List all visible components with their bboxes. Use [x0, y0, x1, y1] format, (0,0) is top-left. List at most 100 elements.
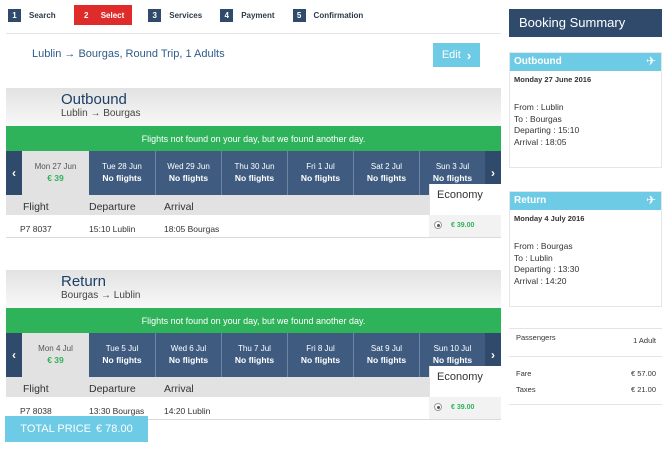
col-departure: Departure	[89, 201, 136, 213]
date-option[interactable]: Wed 6 Jul No flights	[156, 333, 222, 377]
divider	[509, 404, 662, 405]
date-selector: ‹ Mon 27 Jun € 39 Tue 28 Jun No flights …	[6, 151, 501, 195]
date-label: Tue 28 Jun	[102, 162, 142, 171]
date-price: No flights	[168, 355, 209, 365]
date-label: Tue 5 Jul	[105, 344, 139, 353]
outbound-section: Outbound Lublin → Bourgas Flights not fo…	[6, 88, 501, 240]
section-title: Return	[61, 273, 107, 290]
edit-button[interactable]: Edit ›	[433, 43, 480, 67]
arrival-time: 18:05 Bourgas	[164, 224, 220, 234]
date-option[interactable]: Tue 5 Jul No flights	[89, 333, 156, 377]
leg-header: Return ✈	[510, 192, 661, 210]
step-label: Search	[29, 10, 56, 20]
step-number: 2	[83, 10, 89, 20]
passengers-row: Passengers 1 Adult	[509, 330, 662, 346]
chevron-left-icon[interactable]: ‹	[6, 333, 22, 377]
date-option[interactable]: Mon 27 Jun € 39	[22, 151, 89, 195]
step-services[interactable]: 3 Services	[148, 6, 202, 24]
leg-header: Outbound ✈	[510, 53, 661, 71]
progress-steps: 1 Search 2 Select 3 Services 4 Payment 5…	[8, 5, 381, 25]
arrival-time: 14:20 Lublin	[164, 406, 211, 416]
date-option[interactable]: Tue 28 Jun No flights	[89, 151, 156, 195]
column-headers: Flight Departure Arrival	[6, 377, 501, 397]
step-confirmation[interactable]: 5 Confirmation	[292, 6, 364, 24]
outbound-summary: Outbound ✈ Monday 27 June 2016 From : Lu…	[509, 52, 662, 168]
step-search[interactable]: 1 Search	[8, 6, 56, 24]
step-number: 1	[8, 8, 21, 22]
leg-from: From : Lublin	[514, 102, 564, 112]
chevron-left-icon[interactable]: ‹	[6, 151, 22, 195]
total-value: € 78.00	[96, 423, 133, 435]
date-label: Wed 29 Jun	[167, 162, 210, 171]
date-price: No flights	[432, 173, 473, 183]
date-price: No flights	[432, 355, 473, 365]
leg-arrival: Arrival : 18:05	[514, 136, 567, 147]
leg-departing: Departing : 15:10	[514, 125, 580, 135]
leg-label: Return	[514, 195, 547, 206]
fare-label: Fare	[516, 369, 532, 378]
section-route: Lublin → Bourgas	[61, 108, 141, 119]
fare-price: € 39.00	[451, 222, 475, 229]
date-label: Fri 8 Jul	[306, 344, 335, 353]
step-label: Confirmation	[313, 10, 364, 20]
date-price: No flights	[366, 173, 407, 183]
total-price-button[interactable]: TOTAL PRICE € 78.00	[5, 416, 148, 442]
fare-price: € 39.00	[451, 404, 475, 411]
section-title: Outbound	[61, 91, 127, 108]
col-departure: Departure	[89, 383, 136, 395]
date-option[interactable]: Mon 4 Jul € 39	[22, 333, 89, 377]
fare-radio[interactable]	[434, 221, 442, 229]
divider	[6, 33, 501, 34]
step-label: Services	[169, 10, 203, 20]
date-price: No flights	[366, 355, 407, 365]
date-option[interactable]: Fri 1 Jul No flights	[288, 151, 354, 195]
passengers-label: Passengers	[516, 333, 556, 342]
step-label: Select	[100, 10, 125, 20]
date-label: Thu 30 Jun	[234, 162, 275, 171]
col-arrival: Arrival	[164, 383, 194, 395]
plane-landing-icon: ✈	[645, 193, 656, 207]
divider	[509, 328, 662, 329]
flight-number: P7 8037	[20, 224, 52, 234]
fare-radio[interactable]	[434, 403, 442, 411]
summary-title: Booking Summary	[509, 9, 662, 37]
section-header: Return Bourgas → Lublin	[6, 270, 501, 308]
step-payment[interactable]: 4 Payment	[220, 6, 275, 24]
col-flight: Flight	[23, 201, 49, 213]
col-flight: Flight	[23, 383, 49, 395]
leg-to: To : Lublin	[514, 252, 553, 263]
leg-date: Monday 4 July 2016	[514, 214, 585, 223]
taxes-row: Taxes € 21.00	[509, 382, 662, 398]
passengers-value: 1 Adult	[633, 336, 656, 345]
date-option[interactable]: Fri 8 Jul No flights	[288, 333, 354, 377]
leg-date: Monday 27 June 2016	[514, 75, 592, 84]
date-label: Mon 27 Jun	[34, 162, 77, 171]
col-arrival: Arrival	[164, 201, 194, 213]
date-option[interactable]: Thu 7 Jul No flights	[222, 333, 288, 377]
date-label: Wed 6 Jul	[170, 344, 207, 353]
date-price: € 39	[47, 355, 64, 365]
leg-arrival: Arrival : 14:20	[514, 275, 567, 286]
plane-takeoff-icon: ✈	[645, 54, 656, 68]
fare-class-header: Economy	[429, 184, 501, 215]
fare-class-label: Economy	[437, 371, 483, 383]
leg-departing: Departing : 13:30	[514, 264, 580, 274]
total-label: TOTAL PRICE	[20, 423, 91, 435]
leg-label: Outbound	[514, 56, 562, 67]
date-option[interactable]: Sat 2 Jul No flights	[354, 151, 420, 195]
date-label: Sat 9 Jul	[370, 344, 403, 353]
date-selector: ‹ Mon 4 Jul € 39 Tue 5 Jul No flights We…	[6, 333, 501, 377]
date-option[interactable]: Thu 30 Jun No flights	[222, 151, 288, 195]
flight-number: P7 8038	[20, 406, 52, 416]
date-price: No flights	[102, 355, 142, 365]
fare-class-label: Economy	[437, 189, 483, 201]
date-option[interactable]: Wed 29 Jun No flights	[156, 151, 222, 195]
step-number: 5	[292, 8, 306, 22]
return-section: Return Bourgas → Lublin Flights not foun…	[6, 270, 501, 422]
trip-summary: Lublin → Bourgas, Round Trip, 1 Adults	[32, 48, 225, 60]
date-price: No flights	[300, 355, 341, 365]
flight-row: P7 8037 15:10 Lublin 18:05 Bourgas € 39.…	[6, 215, 501, 238]
step-select[interactable]: 2 Select	[73, 5, 133, 25]
date-option[interactable]: Sat 9 Jul No flights	[354, 333, 420, 377]
date-label: Fri 1 Jul	[306, 162, 335, 171]
